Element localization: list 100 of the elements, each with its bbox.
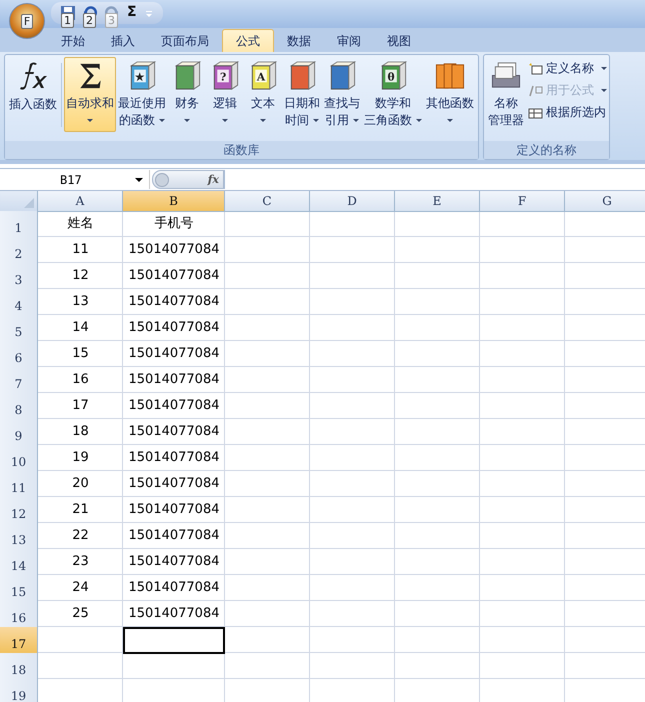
table-cell-text: 24: [71, 579, 90, 597]
ribbon-button[interactable]: 插入函数: [7, 57, 59, 132]
row-header[interactable]: 2: [0, 237, 38, 264]
table-cell-text: 15014077084: [128, 319, 220, 337]
card-file-icon: [492, 62, 520, 88]
row-header[interactable]: 5: [0, 315, 38, 342]
table-cell-text: 15014077084: [128, 423, 220, 441]
table-cell-text: 23: [71, 553, 90, 571]
column-header[interactable]: G: [565, 191, 645, 212]
insert-function-button[interactable]: fx: [152, 170, 224, 189]
row-header[interactable]: 9: [0, 419, 38, 446]
triangle-icon: [24, 198, 34, 208]
ribbon-button[interactable]: ★ 最近使用 的函数: [116, 57, 168, 132]
row-header[interactable]: 18: [0, 653, 38, 680]
row-header[interactable]: 11: [0, 471, 38, 498]
table-cell-text: 14: [71, 319, 90, 337]
column-header[interactable]: B: [123, 191, 225, 212]
ribbon-tab[interactable]: 数据: [274, 30, 324, 52]
ribbon-tab[interactable]: 插入: [98, 30, 148, 52]
table-cell-text: 手机号: [154, 215, 194, 233]
row-header[interactable]: 16: [0, 601, 38, 628]
button-label: 财务: [175, 96, 199, 110]
ribbon-button[interactable]: 定义名称: [546, 60, 594, 77]
ribbon-button[interactable]: 财务: [168, 57, 206, 132]
quick-access-button[interactable]: 2: [83, 2, 97, 33]
table-cell-text: 21: [71, 501, 90, 519]
group-label: 定义的名称: [484, 141, 609, 159]
table-cell-text: 15014077084: [128, 553, 220, 571]
keytip: F: [20, 14, 34, 28]
table-cell-text: 姓名: [66, 215, 94, 233]
table-cell-text: 15014077084: [128, 475, 220, 493]
row-header[interactable]: 13: [0, 523, 38, 550]
table-cell-text: 15014077084: [128, 241, 220, 259]
table-cell-text: 22: [71, 527, 90, 545]
ribbon-button[interactable]: 名称 管理器: [486, 57, 526, 132]
ribbon-button[interactable]: θ 数学和 三角函数: [362, 57, 424, 132]
ribbon-tab[interactable]: 审阅: [324, 30, 374, 52]
ribbon-tab[interactable]: 开始: [48, 30, 98, 52]
column-header[interactable]: F: [480, 191, 565, 212]
column-header[interactable]: E: [395, 191, 480, 212]
button-label: 自动求和: [66, 96, 114, 110]
column-header[interactable]: D: [310, 191, 395, 212]
table-cell-text: 13: [71, 293, 90, 311]
quick-access-button[interactable]: 1: [61, 2, 75, 33]
button-label: 查找与: [324, 96, 360, 110]
ribbon-button[interactable]: 查找与 引用: [322, 57, 362, 132]
ribbon-button[interactable]: ? 逻辑: [206, 57, 244, 132]
row-header[interactable]: 8: [0, 393, 38, 420]
table-cell-text: 15014077084: [128, 449, 220, 467]
row-header[interactable]: 17: [0, 627, 38, 654]
table-cell-text: 20: [71, 475, 90, 493]
button-label: 数学和: [375, 96, 411, 110]
table-cell-text: 15014077084: [128, 527, 220, 545]
row-header[interactable]: 15: [0, 575, 38, 602]
table-cell-text: 15014077084: [128, 501, 220, 519]
formula-icon: [528, 84, 543, 98]
name-box[interactable]: B17: [0, 170, 150, 189]
ribbon-tab[interactable]: 页面布局: [148, 30, 222, 52]
selected-cell[interactable]: [123, 627, 225, 654]
ribbon-button[interactable]: 根据所选内: [546, 104, 606, 121]
ribbon-button[interactable]: 其他函数: [424, 57, 476, 132]
row-header[interactable]: 19: [0, 679, 38, 702]
table-cell-text: 16: [71, 371, 90, 389]
table-icon: [528, 106, 543, 120]
table-cell-text: 17: [71, 397, 90, 415]
ribbon-tab[interactable]: 视图: [374, 30, 424, 52]
ribbon-button[interactable]: 日期和 时间: [282, 57, 322, 132]
table-cell-text: 15014077084: [128, 397, 220, 415]
table-cell-text: 15014077084: [128, 605, 220, 623]
button-label: 时间: [285, 113, 309, 127]
ribbon-button[interactable]: A 文本: [244, 57, 282, 132]
column-header[interactable]: A: [38, 191, 123, 212]
function-icon: [20, 62, 47, 90]
row-header[interactable]: 1: [0, 211, 38, 238]
button-label: 三角函数: [364, 113, 412, 127]
sum-button[interactable]: Σ: [127, 4, 137, 20]
button-label: 引用: [325, 113, 349, 127]
row-header[interactable]: 12: [0, 497, 38, 524]
row-header[interactable]: 14: [0, 549, 38, 576]
caret-icon: [135, 178, 143, 182]
define-name-icon: [528, 62, 543, 76]
row-header[interactable]: 4: [0, 289, 38, 316]
button-label: 日期和: [284, 96, 320, 110]
table-cell-text: 15014077084: [128, 293, 220, 311]
table-cell-text: 15014077084: [128, 579, 220, 597]
ribbon-tab[interactable]: 公式: [222, 29, 274, 52]
table-cell-text: 15: [71, 345, 90, 363]
row-header[interactable]: 10: [0, 445, 38, 472]
group-label: 函数库: [5, 141, 478, 159]
table-cell-text: 15014077084: [128, 345, 220, 363]
column-header[interactable]: C: [225, 191, 310, 212]
office-button[interactable]: F: [9, 3, 45, 39]
select-all-button[interactable]: [0, 191, 38, 212]
table-cell-text: 15014077084: [128, 267, 220, 285]
row-header[interactable]: 3: [0, 263, 38, 290]
ribbon-button[interactable]: 自动求和: [64, 57, 116, 132]
row-header[interactable]: 6: [0, 341, 38, 368]
row-header[interactable]: 7: [0, 367, 38, 394]
table-cell-text: 12: [71, 267, 90, 285]
table-cell-text: 11: [71, 241, 90, 259]
